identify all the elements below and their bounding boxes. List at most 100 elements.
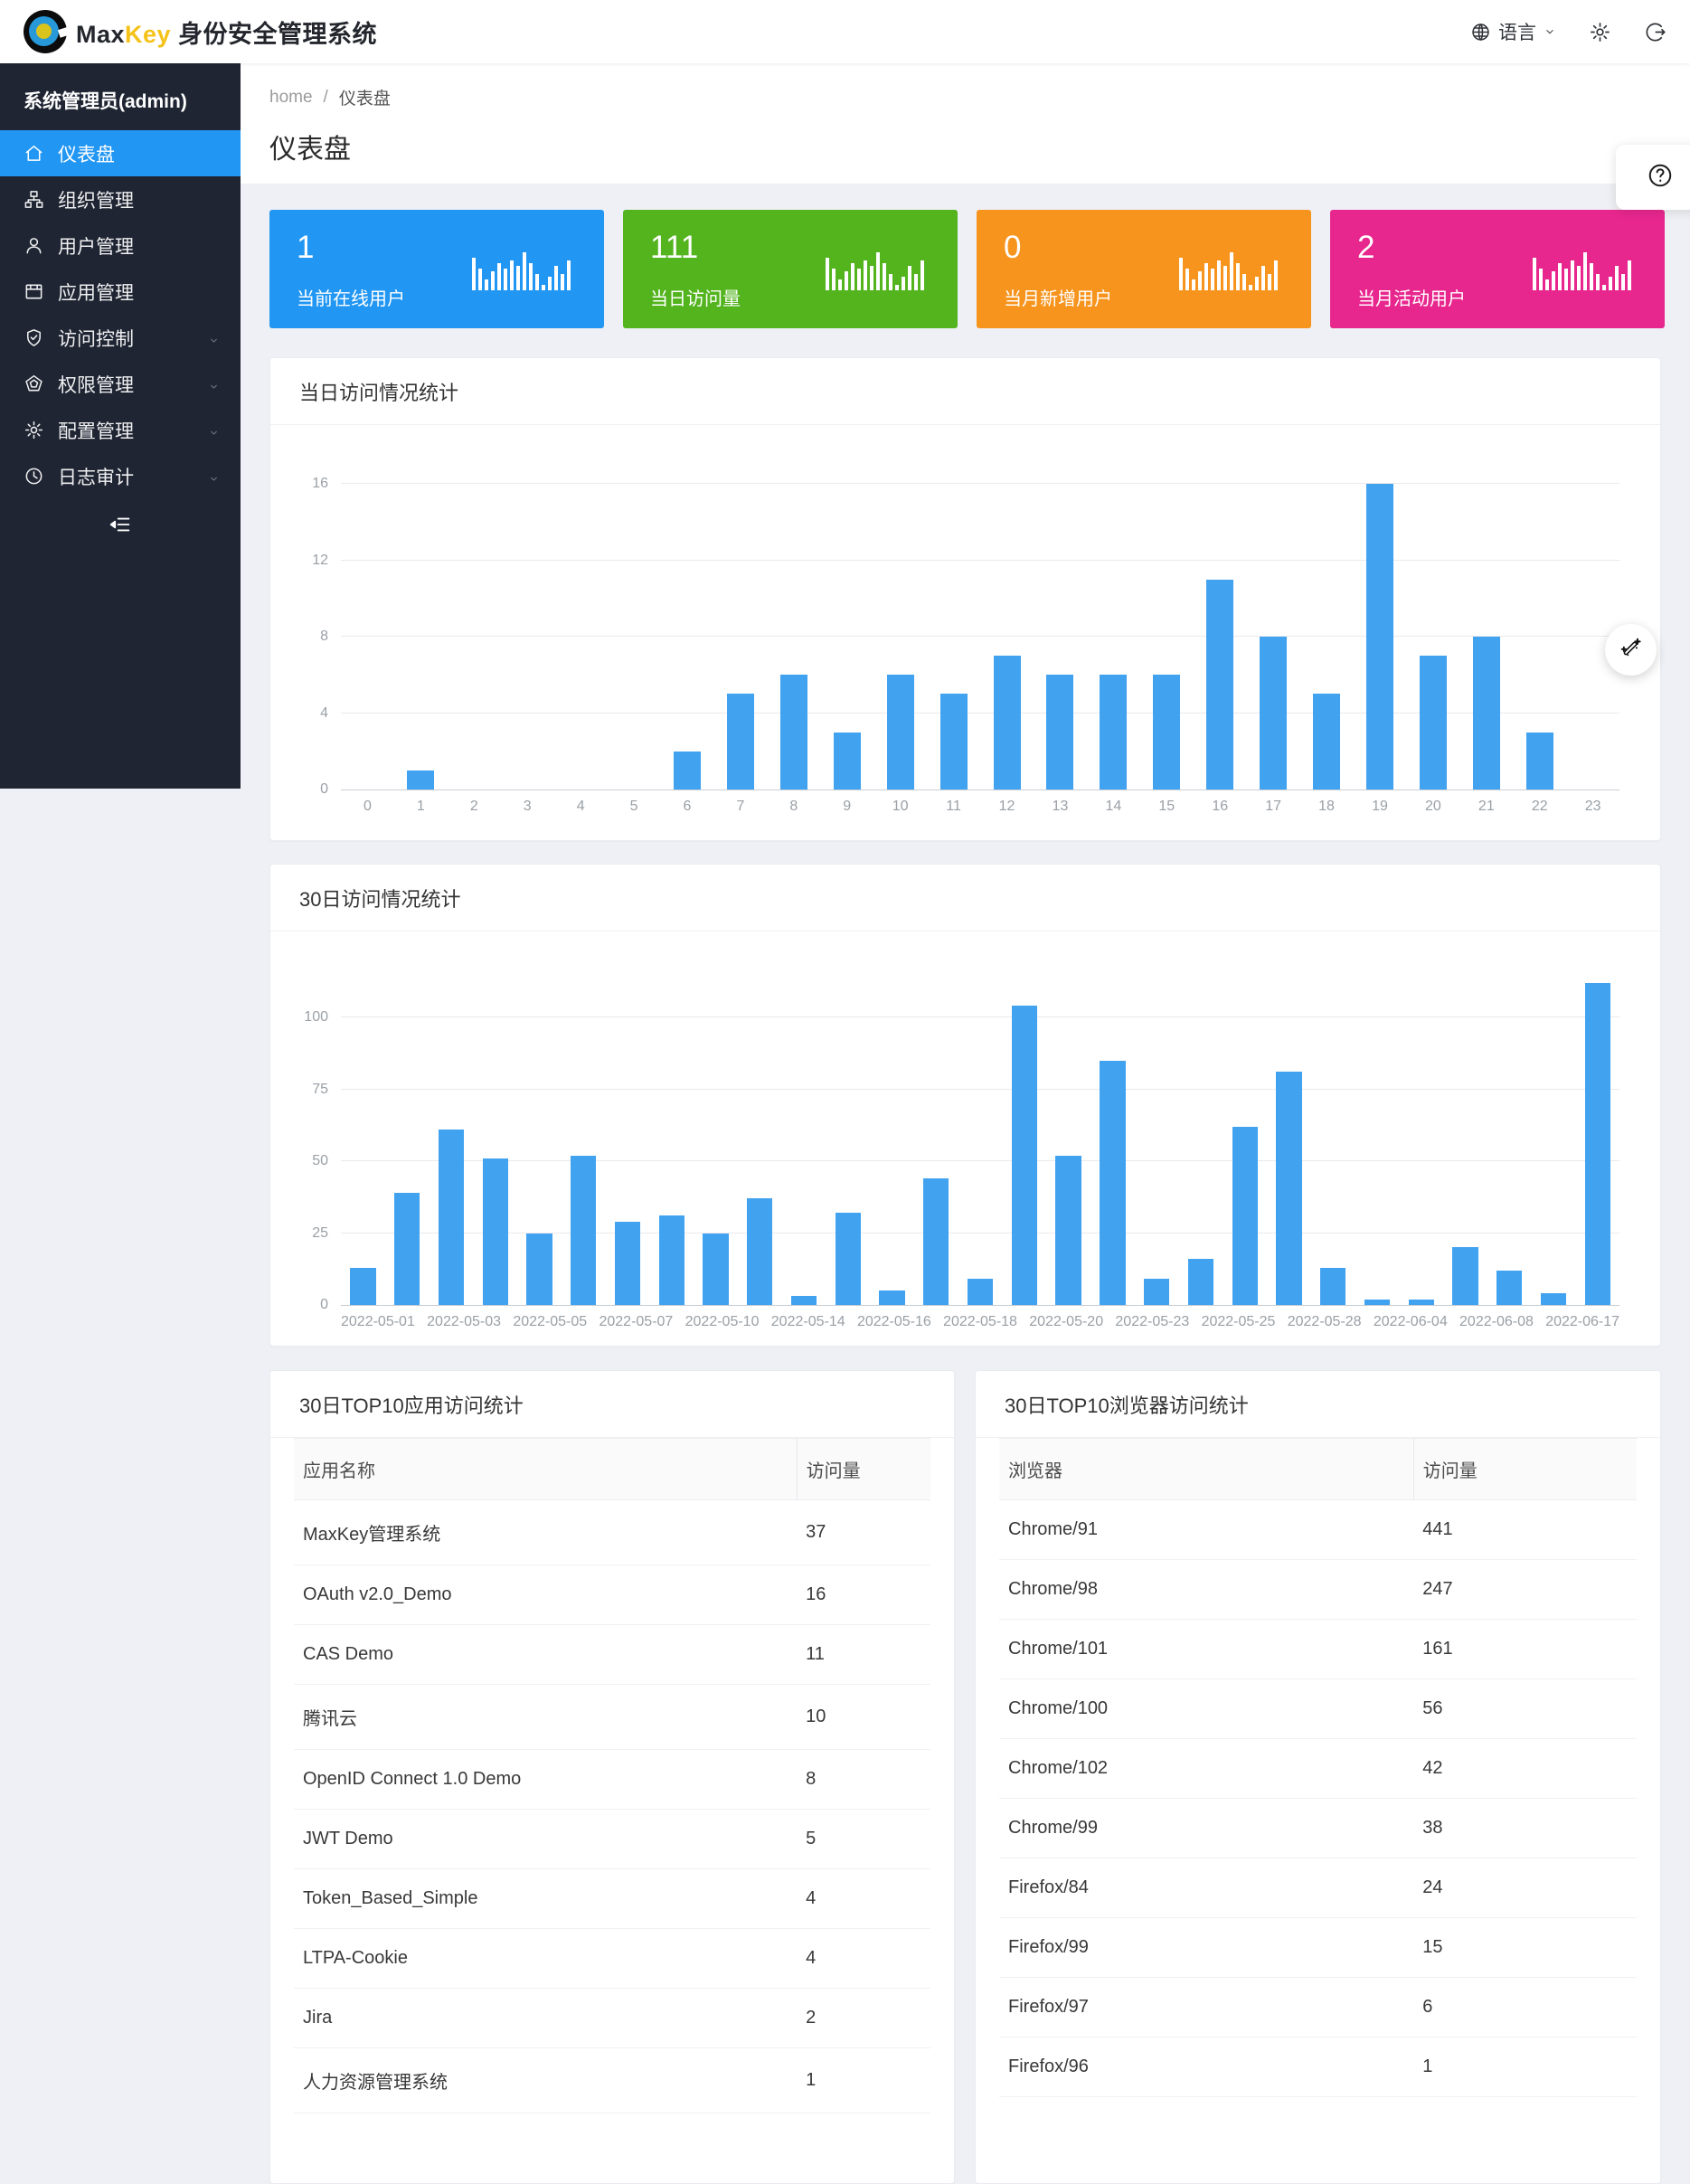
sidebar-item-3[interactable]: 用户管理 xyxy=(0,222,241,269)
x-axis-label: 7 xyxy=(713,799,767,815)
stat-card: 2当月活动用户 xyxy=(1330,210,1665,328)
bar xyxy=(1366,484,1393,789)
cell-name: Chrome/99 xyxy=(999,1799,1413,1858)
bar xyxy=(1364,1300,1390,1305)
sidebar-item-6[interactable]: 权限管理 xyxy=(0,361,241,407)
x-axis-label: 6 xyxy=(661,799,714,815)
table-row: OpenID Connect 1.0 Demo8 xyxy=(294,1750,930,1810)
bar-slot xyxy=(1311,1017,1355,1305)
x-axis-label: 2022-05-07 xyxy=(599,1314,673,1330)
x-axis-label: 2022-05-03 xyxy=(427,1314,501,1330)
x-axis-label: 0 xyxy=(341,799,394,815)
logout-icon[interactable] xyxy=(1644,21,1666,43)
chevron-down-icon xyxy=(207,377,221,399)
bar xyxy=(836,1213,861,1305)
bar xyxy=(394,1193,420,1305)
bar-slot xyxy=(554,484,608,789)
bar xyxy=(1452,1247,1478,1305)
maxkey-logo-icon xyxy=(24,10,67,53)
x-axis-label xyxy=(1362,1314,1374,1330)
cell-visits: 441 xyxy=(1413,1500,1637,1560)
bar-slot xyxy=(713,484,767,789)
bar-slot xyxy=(517,1017,562,1305)
sidebar-item-4[interactable]: 应用管理 xyxy=(0,269,241,315)
cell-name: JWT Demo xyxy=(294,1810,797,1869)
question-icon xyxy=(1647,162,1674,194)
x-axis-label: 15 xyxy=(1140,799,1194,815)
x-axis-label: 2022-05-20 xyxy=(1029,1314,1103,1330)
menu-fold-icon xyxy=(108,512,133,542)
x-axis-label: 2022-05-25 xyxy=(1202,1314,1276,1330)
bar xyxy=(1313,694,1340,789)
panel-title: 30日TOP10应用访问统计 xyxy=(270,1371,954,1438)
bar-slot xyxy=(1532,1017,1576,1305)
bar xyxy=(659,1215,684,1305)
x-axis-label: 2022-06-04 xyxy=(1374,1314,1448,1330)
stat-label: 当月活动用户 xyxy=(1357,284,1466,310)
breadcrumb-home-link[interactable]: home xyxy=(269,88,313,108)
bar xyxy=(923,1178,949,1305)
caret-down-icon xyxy=(1544,25,1556,38)
bar xyxy=(1188,1259,1213,1305)
bar-slot xyxy=(980,484,1034,789)
bar xyxy=(615,1222,640,1305)
bar-slot xyxy=(608,484,661,789)
bar xyxy=(407,771,434,789)
table-row: Jira2 xyxy=(294,1989,930,2048)
chevron-down-icon xyxy=(207,423,221,445)
bar-slot xyxy=(1046,1017,1090,1305)
user-icon xyxy=(24,235,45,257)
bar xyxy=(1526,733,1553,789)
cell-visits: 6 xyxy=(1413,1978,1637,2037)
help-panel[interactable] xyxy=(1616,145,1690,210)
table-row: OAuth v2.0_Demo16 xyxy=(294,1565,930,1625)
breadcrumb-separator: / xyxy=(324,88,328,108)
sidebar-collapse-button[interactable] xyxy=(0,512,241,542)
language-menu[interactable]: 语言 xyxy=(1470,18,1556,45)
brand: MaxKey 身份安全管理系统 xyxy=(24,10,377,53)
sidebar-item-8[interactable]: 日志审计 xyxy=(0,453,241,499)
bar xyxy=(350,1268,375,1305)
brand-key: Key xyxy=(125,21,171,48)
bar-slot xyxy=(661,484,714,789)
y-axis-tick: 50 xyxy=(285,1153,328,1169)
cell-name: Firefox/96 xyxy=(999,2037,1413,2097)
settings-gear-icon[interactable] xyxy=(1589,21,1611,43)
stat-card: 1当前在线用户 xyxy=(269,210,604,328)
sidebar-item-label: 日志审计 xyxy=(58,463,134,490)
chart-plot: 0255075100 xyxy=(341,1017,1619,1306)
bar-slot xyxy=(1194,484,1247,789)
table-row: Firefox/8424 xyxy=(999,1858,1637,1918)
panel-30day-visits: 30日访问情况统计 0255075100 2022-05-012022-05-0… xyxy=(269,864,1661,1347)
x-axis-label: 19 xyxy=(1354,799,1407,815)
theme-wand-button[interactable] xyxy=(1605,624,1657,676)
bar xyxy=(1276,1072,1301,1305)
panel-title: 30日访问情况统计 xyxy=(270,865,1660,931)
breadcrumb: home / 仪表盘 xyxy=(269,85,1661,109)
cell-visits: 24 xyxy=(1413,1858,1637,1918)
cell-visits: 15 xyxy=(1413,1918,1637,1978)
sidebar-item-1[interactable]: 仪表盘 xyxy=(0,130,241,176)
bar-slot xyxy=(1355,1017,1400,1305)
sidebar-item-5[interactable]: 访问控制 xyxy=(0,315,241,361)
x-axis-label: 16 xyxy=(1194,799,1247,815)
cell-name: Firefox/97 xyxy=(999,1978,1413,2037)
bar-slot xyxy=(738,1017,782,1305)
sidebar-item-label: 用户管理 xyxy=(58,232,134,260)
page-title: 仪表盘 xyxy=(269,127,1661,166)
cell-name: Chrome/98 xyxy=(999,1560,1413,1620)
page-header: home / 仪表盘 仪表盘 xyxy=(241,63,1690,184)
brand-max: Max xyxy=(76,21,125,48)
panel-daily-visits: 当日访问情况统计 0481216 01234567891011121314151… xyxy=(269,357,1661,841)
table-row: Firefox/976 xyxy=(999,1978,1637,2037)
sidebar-item-7[interactable]: 配置管理 xyxy=(0,407,241,453)
sidebar-item-2[interactable]: 组织管理 xyxy=(0,176,241,222)
gear-icon xyxy=(24,420,45,441)
bar xyxy=(1100,1061,1125,1305)
brand-suffix: 身份安全管理系统 xyxy=(178,21,377,48)
x-axis-label xyxy=(759,1314,770,1330)
stat-label: 当月新增用户 xyxy=(1004,284,1112,310)
bar-slot xyxy=(394,484,448,789)
x-axis-label: 4 xyxy=(554,799,608,815)
table-row: Chrome/101161 xyxy=(999,1620,1637,1679)
